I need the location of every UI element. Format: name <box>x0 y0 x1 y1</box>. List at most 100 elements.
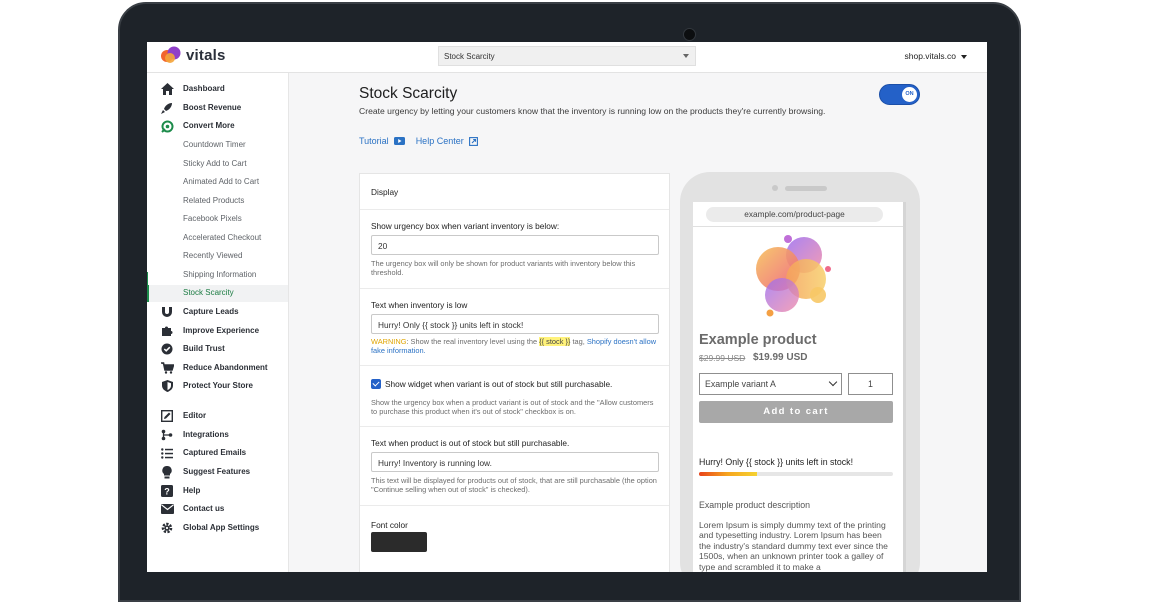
out-of-stock-checkbox[interactable] <box>371 379 381 389</box>
sidebar-item-reduce-abandonment[interactable]: Reduce Abandonment <box>147 360 288 377</box>
sidebar-item-suggest-features[interactable]: Suggest Features <box>147 464 288 481</box>
stock-token: {{ stock }} <box>539 337 571 346</box>
app-logo[interactable]: vitals <box>161 46 226 64</box>
sidebar-item-shipping-information[interactable]: Shipping Information <box>147 267 288 284</box>
tutorial-link[interactable]: Tutorial <box>359 136 405 146</box>
section-title: Display <box>371 187 399 197</box>
chevron-down-icon <box>828 377 838 387</box>
sidebar-item-global-app-settings[interactable]: Global App Settings <box>147 520 288 537</box>
sidebar-item-countdown-timer[interactable]: Countdown Timer <box>147 137 288 154</box>
stock-bar-fill <box>699 472 758 476</box>
phone-camera <box>772 185 778 191</box>
preview-product-title: Example product <box>699 332 817 348</box>
sidebar-item-label: Related Products <box>183 196 245 205</box>
gear-icon <box>160 521 174 535</box>
sidebar-item-capture-leads[interactable]: Capture Leads <box>147 304 288 321</box>
page-selector[interactable]: Stock Scarcity <box>438 46 696 66</box>
toggle-knob: ON <box>902 87 917 102</box>
out-of-stock-text-section: Text when product is out of stock but st… <box>360 427 669 506</box>
app-enable-toggle[interactable]: ON <box>879 84 920 105</box>
convert-icon <box>160 119 174 133</box>
low-inventory-text-input[interactable]: Hurry! Only {{ stock }} units left in st… <box>371 314 659 334</box>
warning-prefix: WARNING <box>371 337 407 346</box>
page-title: Stock Scarcity <box>359 85 458 102</box>
preview-quantity-input[interactable]: 1 <box>848 373 893 395</box>
sidebar-item-label: Global App Settings <box>183 523 260 532</box>
sidebar-item-contact-us[interactable]: Contact us <box>147 501 288 518</box>
sidebar-item-label: Boost Revenue <box>183 103 242 112</box>
sidebar-item-captured-emails[interactable]: Captured Emails <box>147 445 288 462</box>
threshold-input[interactable]: 20 <box>371 235 659 255</box>
sidebar-item-label: Build Trust <box>183 344 225 353</box>
sidebar-item-label: Editor <box>183 411 207 420</box>
sidebar-item-sticky-add-to-cart[interactable]: Sticky Add to Cart <box>147 156 288 173</box>
out-of-stock-help: Show the urgency box when a product vari… <box>371 398 654 416</box>
rocket-icon <box>160 101 174 115</box>
sidebar-item-dashboard[interactable]: Dashboard <box>147 81 288 98</box>
product-image <box>756 235 831 317</box>
preview-add-to-cart-button[interactable]: Add to cart <box>699 401 893 423</box>
preview-old-price: $29.99 USD <box>699 353 746 363</box>
sidebar-item-stock-scarcity[interactable]: Stock Scarcity <box>147 285 288 302</box>
display-section-header: Display <box>360 174 669 210</box>
app-screen: vitals Stock Scarcity shop.vitals.co Das… <box>147 42 987 572</box>
sidebar-item-animated-add-to-cart[interactable]: Animated Add to Cart <box>147 174 288 191</box>
badge-check-icon <box>160 342 174 356</box>
top-bar: vitals Stock Scarcity shop.vitals.co <box>147 42 987 73</box>
sidebar-item-improve-experience[interactable]: Improve Experience <box>147 323 288 340</box>
sidebar-item-label: Contact us <box>183 504 225 513</box>
preview-scrollbar[interactable] <box>903 202 906 572</box>
low-inventory-section: Text when inventory is low Hurry! Only {… <box>360 289 669 366</box>
lightbulb-icon <box>160 465 174 479</box>
phone-speaker <box>785 186 827 191</box>
sidebar-item-boost-revenue[interactable]: Boost Revenue <box>147 100 288 117</box>
sidebar-item-convert-more[interactable]: Convert More <box>147 118 288 135</box>
sidebar-item-recently-viewed[interactable]: Recently Viewed <box>147 248 288 265</box>
svg-text:?: ? <box>164 487 170 497</box>
shield-icon <box>160 379 174 393</box>
sidebar-item-accelerated-checkout[interactable]: Accelerated Checkout <box>147 230 288 247</box>
divider <box>693 226 906 227</box>
settings-card: Display Show urgency box when variant in… <box>359 173 670 572</box>
store-name: shop.vitals.co <box>904 51 957 61</box>
out-of-stock-toggle-section: Show widget when variant is out of stock… <box>360 366 669 427</box>
preview-url-bar: example.com/product-page <box>706 207 883 222</box>
video-icon <box>393 137 405 145</box>
sidebar-item-help[interactable]: ? Help <box>147 483 288 500</box>
threshold-help: The urgency box will only be shown for p… <box>371 259 636 277</box>
sidebar-item-label: Captured Emails <box>183 448 247 457</box>
sidebar-item-label: Protect Your Store <box>183 381 253 390</box>
sidebar-item-label: Dashboard <box>183 84 225 93</box>
out-of-stock-text-help: This text will be displayed for products… <box>371 476 657 494</box>
preview-new-price: $19.99 USD <box>753 352 808 363</box>
sidebar-item-integrations[interactable]: Integrations <box>147 427 288 444</box>
help-links: Tutorial Help Center <box>359 136 478 146</box>
sidebar-item-related-products[interactable]: Related Products <box>147 193 288 210</box>
out-of-stock-checkbox-label: Show widget when variant is out of stock… <box>385 379 613 389</box>
help-center-link[interactable]: Help Center <box>416 136 478 146</box>
magnet-icon <box>160 305 174 319</box>
font-color-swatch[interactable] <box>371 532 427 552</box>
sidebar: Dashboard Boost Revenue Convert More Cou… <box>147 73 289 572</box>
out-of-stock-text-input[interactable]: Hurry! Inventory is running low. <box>371 452 659 472</box>
integrations-icon <box>160 428 174 442</box>
edit-icon <box>160 409 174 423</box>
sidebar-item-label: Accelerated Checkout <box>183 233 262 242</box>
phone-screen: example.com/product-page Example product <box>693 202 906 572</box>
page-selector-value: Stock Scarcity <box>444 52 495 61</box>
sidebar-item-protect-your-store[interactable]: Protect Your Store <box>147 378 288 395</box>
preview-variant-select[interactable]: Example variant A <box>699 373 842 395</box>
sidebar-item-build-trust[interactable]: Build Trust <box>147 341 288 358</box>
sidebar-item-editor[interactable]: Editor <box>147 408 288 425</box>
sidebar-item-facebook-pixels[interactable]: Facebook Pixels <box>147 211 288 228</box>
threshold-label: Show urgency box when variant inventory … <box>371 221 560 231</box>
threshold-section: Show urgency box when variant inventory … <box>360 210 669 289</box>
preview-variant-value: Example variant A <box>705 379 776 389</box>
sidebar-item-label: Stock Scarcity <box>183 288 234 297</box>
preview-urgency-text: Hurry! Only {{ stock }} units left in st… <box>699 457 854 467</box>
font-color-section: Font color <box>360 506 669 572</box>
sidebar-item-label: Suggest Features <box>183 467 251 476</box>
sidebar-item-label: Improve Experience <box>183 326 260 335</box>
out-of-stock-text-label: Text when product is out of stock but st… <box>371 438 570 448</box>
store-selector[interactable]: shop.vitals.co <box>904 51 967 61</box>
